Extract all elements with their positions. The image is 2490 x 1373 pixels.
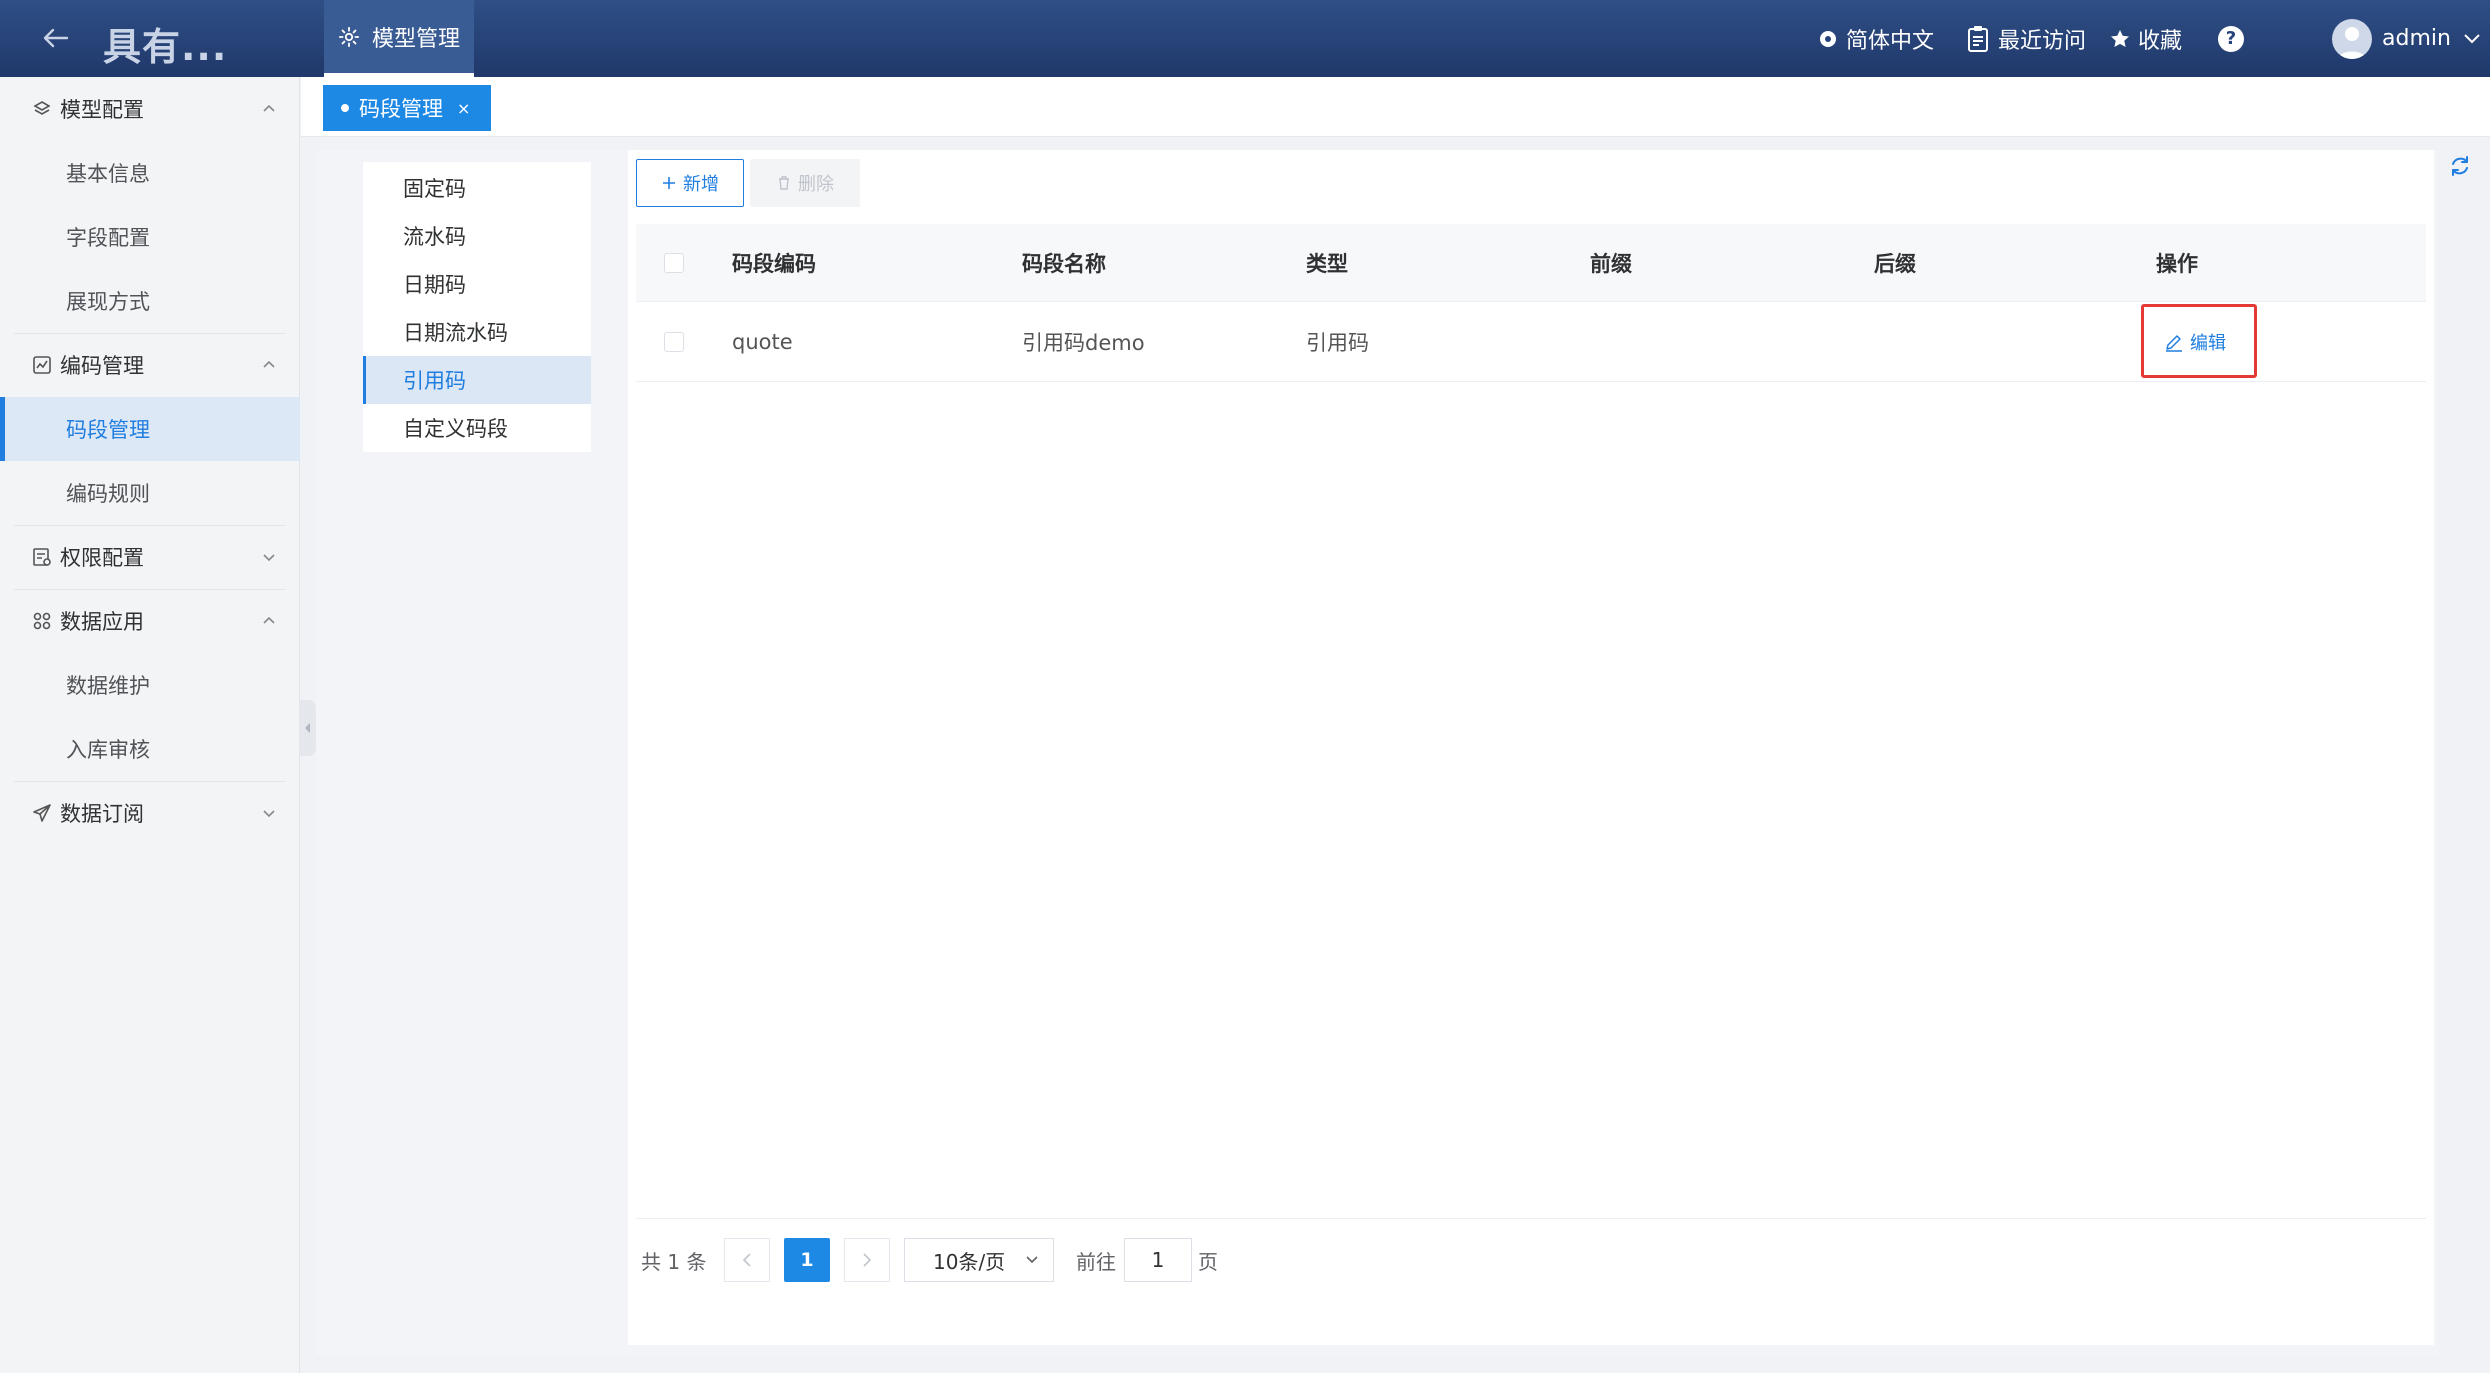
language-switch[interactable]: 简体中文 [1818, 0, 1934, 77]
page-tab-segment-management[interactable]: 码段管理 × [323, 85, 491, 131]
table-header: 码段编码 码段名称 类型 前缀 后缀 操作 [636, 224, 2426, 302]
goto-suffix: 页 [1198, 1249, 1218, 1274]
active-dot [341, 104, 349, 112]
avatar [2332, 18, 2372, 59]
sidebar-item-basic-info[interactable]: 基本信息 [0, 141, 300, 205]
trash-icon [776, 175, 792, 191]
page-size-select[interactable]: 10条/页 [904, 1238, 1054, 1282]
sidebar-group-permissions[interactable]: 权限配置 [0, 525, 300, 589]
sidebar: 模型配置 基本信息 字段配置 展现方式 编码管理 码段管理 编码规则 权限配置 … [0, 77, 300, 1373]
sidebar-collapse-handle[interactable] [300, 700, 316, 756]
favorites-label: 收藏 [2138, 28, 2183, 54]
cell-name: 引用码demo [1022, 330, 1145, 355]
refresh-icon[interactable] [2448, 154, 2472, 178]
tab-model-management[interactable]: 模型管理 [324, 0, 474, 77]
plus-icon [661, 175, 677, 191]
col-header-suffix[interactable]: 后缀 [1874, 224, 1916, 301]
chevron-up-icon [260, 355, 278, 373]
layers-icon [32, 99, 52, 119]
recent-label: 最近访问 [1998, 28, 2087, 54]
pager-total: 共 1 条 [641, 1249, 707, 1274]
star-icon [2110, 29, 2130, 49]
goto-page-input[interactable]: 1 [1124, 1238, 1192, 1282]
chevron-up-icon [260, 99, 278, 117]
cell-code: quote [732, 329, 793, 354]
col-header-type[interactable]: 类型 [1306, 224, 1348, 301]
grid-icon [32, 611, 52, 631]
segment-type-fixed[interactable]: 固定码 [363, 164, 591, 212]
sidebar-item-data-maintenance[interactable]: 数据维护 [0, 653, 300, 717]
chevron-down-icon [260, 803, 278, 821]
pager-divider [636, 1218, 2426, 1219]
next-page-button[interactable] [844, 1238, 890, 1282]
segment-type-serial[interactable]: 流水码 [363, 212, 591, 260]
sidebar-item-display-mode[interactable]: 展现方式 [0, 269, 300, 333]
favorites[interactable]: 收藏 [2110, 0, 2182, 77]
sidebar-group-data-apps[interactable]: 数据应用 [0, 589, 300, 653]
top-header: 具有... 模型管理 简体中文 最近访问 收藏 ? admin [0, 0, 2490, 77]
sidebar-item-segment-management[interactable]: 码段管理 [0, 397, 300, 461]
back-arrow-icon[interactable] [36, 18, 76, 58]
prev-page-button[interactable] [724, 1238, 770, 1282]
page-1-button[interactable]: 1 [784, 1238, 830, 1282]
language-icon [1818, 29, 1838, 49]
chart-box-icon [32, 355, 52, 375]
sidebar-item-storage-review[interactable]: 入库审核 [0, 717, 300, 781]
segment-type-custom[interactable]: 自定义码段 [363, 404, 591, 452]
help-button[interactable]: ? [2218, 0, 2244, 77]
permission-icon [32, 547, 52, 567]
col-header-name[interactable]: 码段名称 [1022, 224, 1106, 301]
page-tabs-bar: 码段管理 × [301, 77, 2490, 137]
username: admin [2382, 26, 2451, 51]
user-menu[interactable]: admin [2332, 0, 2481, 77]
chevron-up-icon [260, 611, 278, 629]
gear-icon [338, 26, 360, 48]
chevron-down-icon [260, 547, 278, 565]
sidebar-group-data-subscription[interactable]: 数据订阅 [0, 781, 300, 845]
help-icon: ? [2218, 25, 2244, 52]
sidebar-item-code-rules[interactable]: 编码规则 [0, 461, 300, 525]
segment-type-date-serial[interactable]: 日期流水码 [363, 308, 591, 356]
close-icon[interactable]: × [457, 99, 470, 118]
sidebar-group-model-config[interactable]: 模型配置 [0, 77, 300, 141]
language-label: 简体中文 [1846, 28, 1935, 54]
page-tab-label: 码段管理 [359, 97, 443, 121]
select-all-checkbox[interactable] [664, 224, 684, 301]
add-button[interactable]: 新增 [636, 159, 744, 207]
recent-visits[interactable]: 最近访问 [1966, 0, 2086, 77]
clipboard-icon [1966, 25, 1990, 53]
segment-type-reference[interactable]: 引用码 [363, 356, 591, 404]
send-icon [32, 803, 52, 823]
sidebar-group-code-management[interactable]: 编码管理 [0, 333, 300, 397]
col-header-prefix[interactable]: 前缀 [1590, 224, 1632, 301]
row-checkbox[interactable] [664, 302, 684, 381]
delete-button[interactable]: 删除 [750, 159, 860, 207]
segment-type-list: 固定码 流水码 日期码 日期流水码 引用码 自定义码段 [363, 162, 591, 452]
tab-label: 模型管理 [372, 26, 461, 52]
cell-type: 引用码 [1306, 330, 1369, 355]
col-header-code[interactable]: 码段编码 [732, 224, 816, 301]
chevron-down-icon [2463, 33, 2481, 45]
segment-type-date[interactable]: 日期码 [363, 260, 591, 308]
edit-highlight-box [2141, 304, 2257, 378]
app-title: 具有... [103, 25, 228, 69]
chevron-down-icon [1025, 1255, 1039, 1265]
sidebar-item-field-config[interactable]: 字段配置 [0, 205, 300, 269]
col-header-action: 操作 [2156, 251, 2198, 276]
goto-prefix: 前往 [1076, 1249, 1116, 1274]
